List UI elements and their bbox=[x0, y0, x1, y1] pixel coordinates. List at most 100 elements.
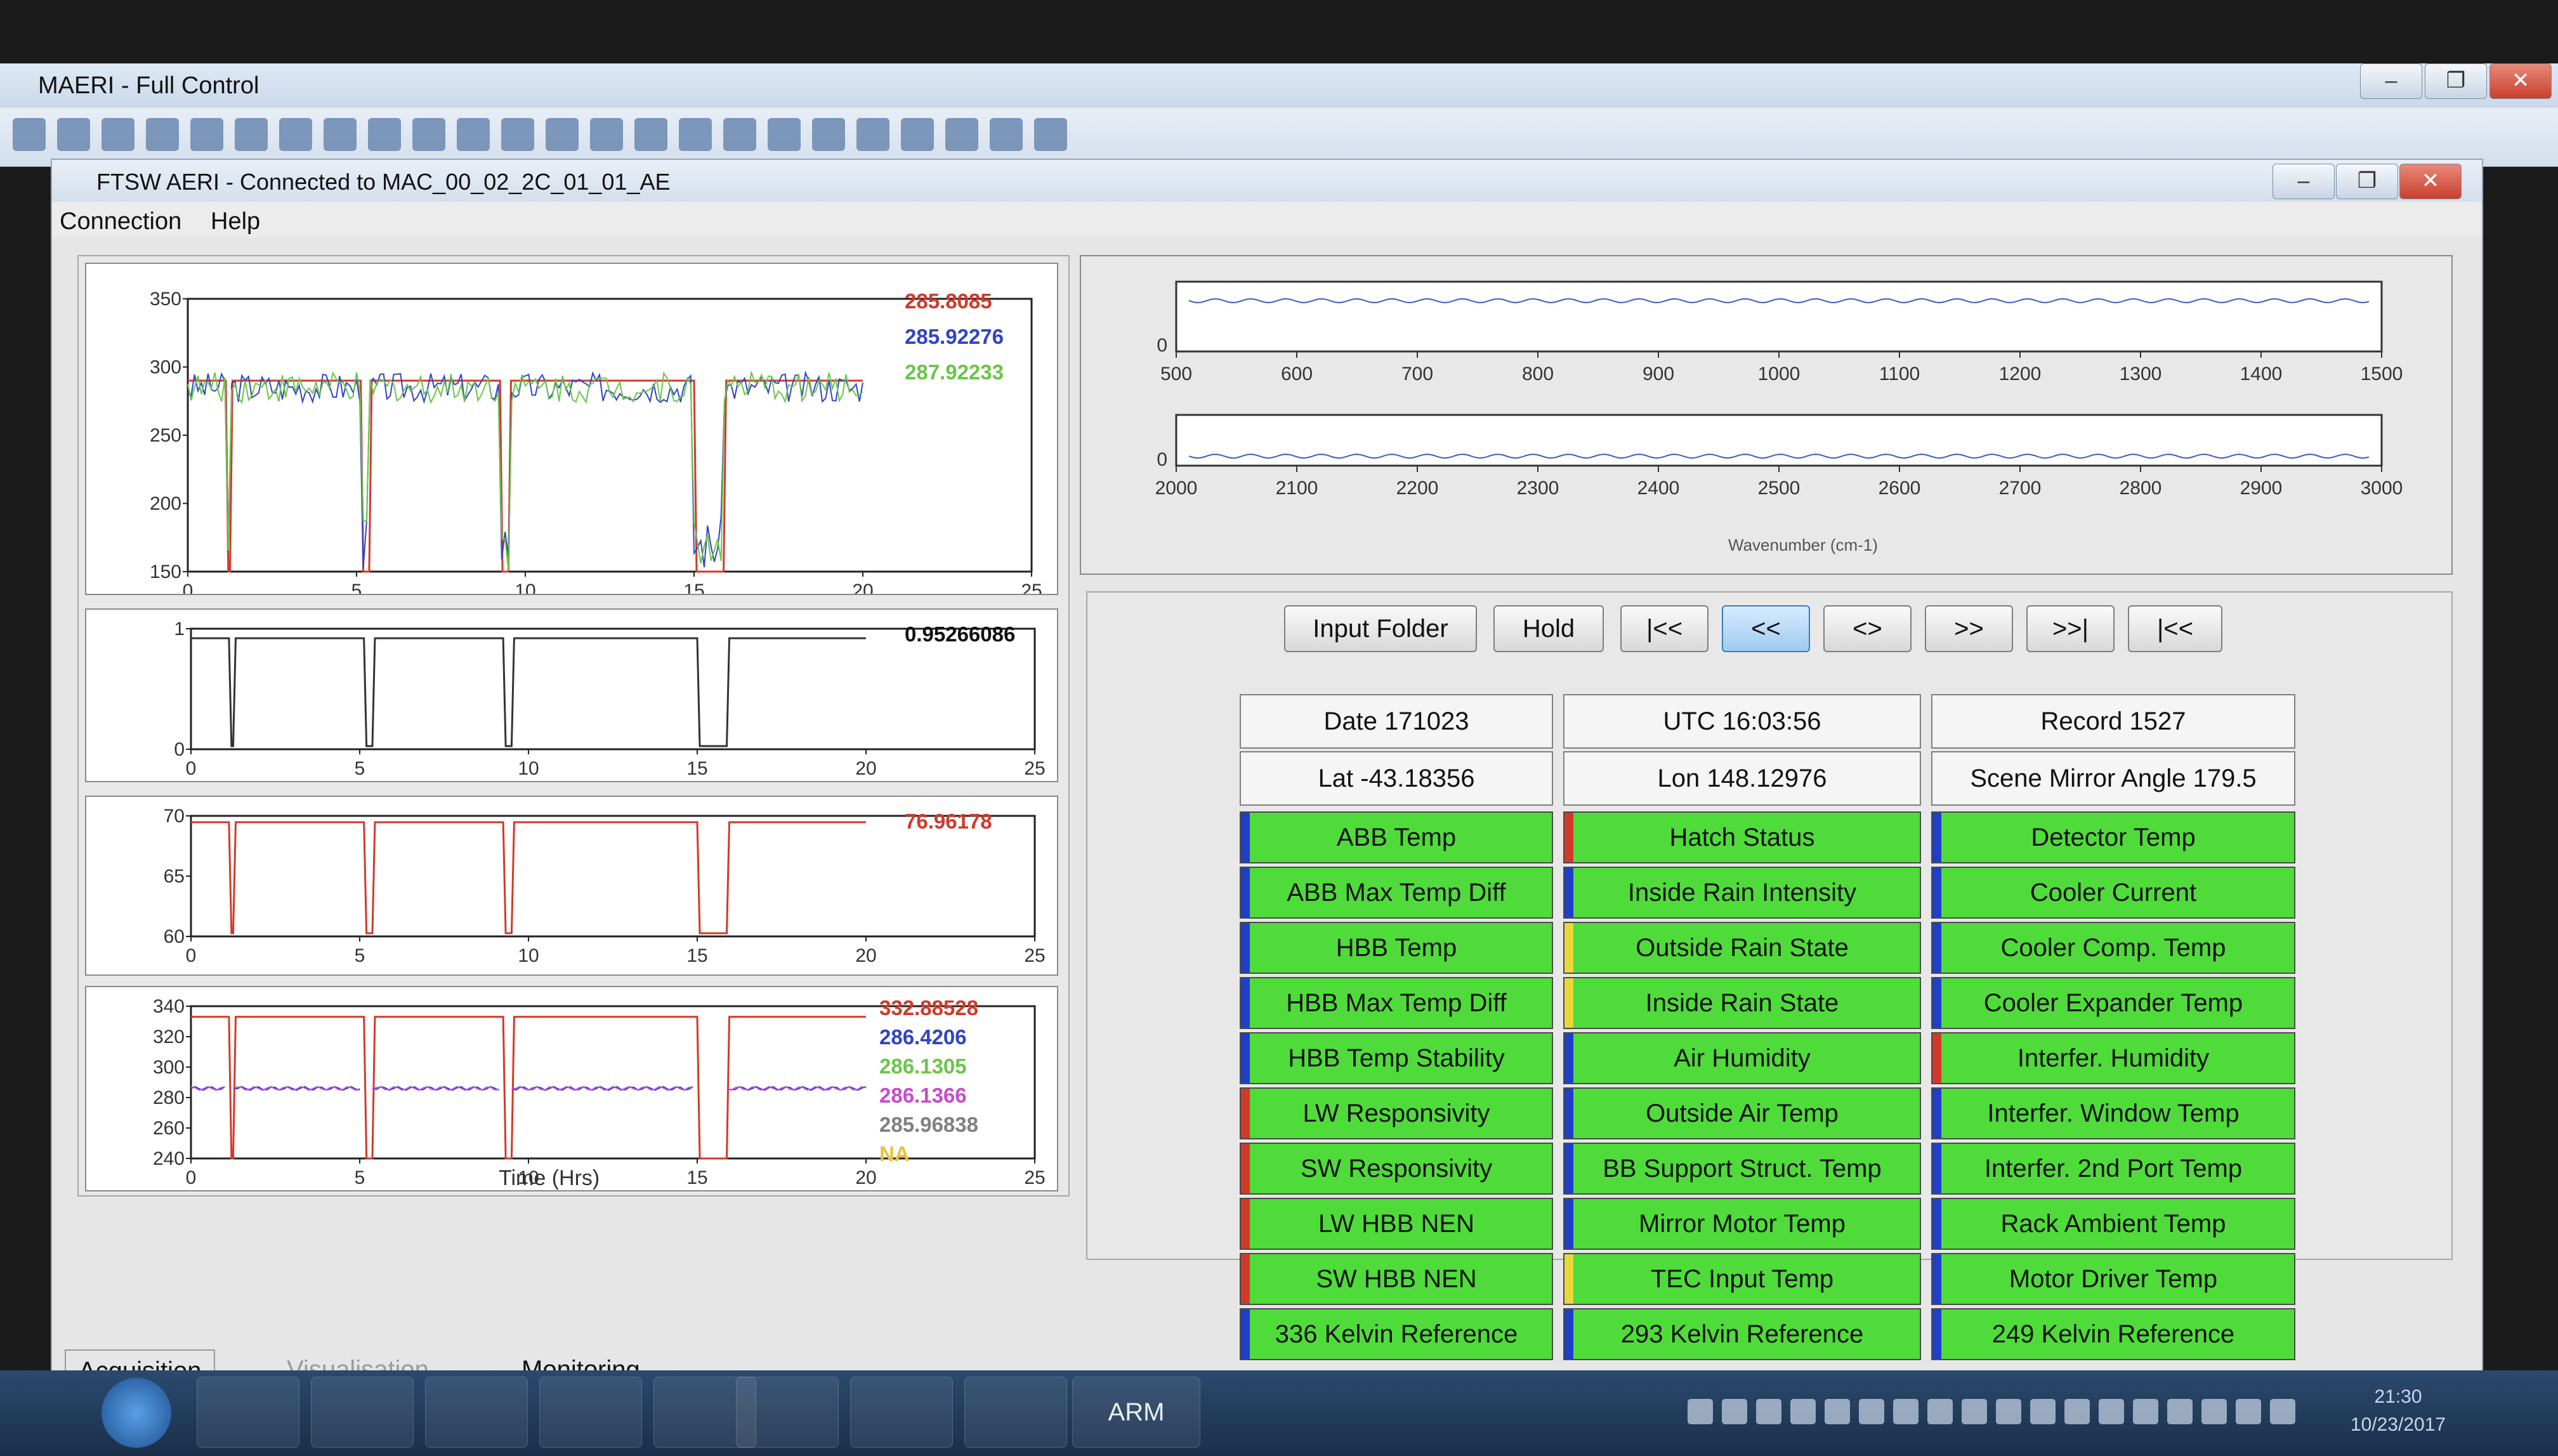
input-folder-button[interactable]: Input Folder bbox=[1284, 605, 1477, 652]
tray-icon[interactable] bbox=[1825, 1399, 1850, 1424]
toolbar-tool-icon[interactable] bbox=[679, 118, 712, 151]
taskbar-remote[interactable] bbox=[964, 1377, 1067, 1448]
outer-minimize-button[interactable]: – bbox=[2360, 63, 2422, 99]
tray-icon[interactable] bbox=[1962, 1399, 1987, 1424]
plot-temperature[interactable]: 350 300 250 200 150 0 5 10 15 20 25 285.8085 285.9… bbox=[85, 263, 1058, 595]
center-button[interactable]: <> bbox=[1823, 605, 1912, 652]
taskbar-arm[interactable]: ARM bbox=[1072, 1377, 1200, 1448]
taskbar-app[interactable] bbox=[539, 1377, 642, 1448]
taskbar-media[interactable] bbox=[736, 1377, 839, 1448]
toolbar-tool-icon[interactable] bbox=[457, 118, 490, 151]
toolbar-tool-icon[interactable] bbox=[856, 118, 889, 151]
toolbar-tool-icon[interactable] bbox=[235, 118, 268, 151]
status-interfer-window-temp[interactable]: Interfer. Window Temp bbox=[1931, 1087, 2295, 1139]
toolbar-tool-icon[interactable] bbox=[57, 118, 90, 151]
toolbar-tool-icon[interactable] bbox=[546, 118, 579, 151]
status-336-kelvin-reference[interactable]: 336 Kelvin Reference bbox=[1240, 1308, 1553, 1360]
status-motor-driver-temp[interactable]: Motor Driver Temp bbox=[1931, 1253, 2295, 1305]
status-bb-support-struct-temp[interactable]: BB Support Struct. Temp bbox=[1563, 1143, 1921, 1195]
inner-close-button[interactable]: ✕ bbox=[2399, 164, 2462, 199]
tray-icon[interactable] bbox=[1893, 1399, 1918, 1424]
status-cooler-expander-temp[interactable]: Cooler Expander Temp bbox=[1931, 977, 2295, 1029]
status-rack-ambient-temp[interactable]: Rack Ambient Temp bbox=[1931, 1198, 2295, 1250]
tray-icon[interactable] bbox=[1927, 1399, 1953, 1424]
status-inside-rain-intensity[interactable]: Inside Rain Intensity bbox=[1563, 867, 1921, 919]
menu-connection[interactable]: Connection bbox=[60, 208, 181, 235]
status-cooler-comp-temp[interactable]: Cooler Comp. Temp bbox=[1931, 922, 2295, 974]
status-sw-hbb-nen[interactable]: SW HBB NEN bbox=[1240, 1253, 1553, 1305]
toolbar-tool-icon[interactable] bbox=[812, 118, 845, 151]
toolbar-tool-icon[interactable] bbox=[501, 118, 534, 151]
reset-button[interactable]: |<< bbox=[2128, 605, 2222, 652]
tray-icon[interactable] bbox=[2133, 1399, 2158, 1424]
clock[interactable]: 21:30 10/23/2017 bbox=[2335, 1383, 2462, 1439]
toolbar-tool-icon[interactable] bbox=[590, 118, 623, 151]
first-record-button[interactable]: |<< bbox=[1620, 605, 1709, 652]
toolbar-tool-icon[interactable] bbox=[324, 118, 357, 151]
toolbar-tool-icon[interactable] bbox=[146, 118, 179, 151]
tray-icon[interactable] bbox=[1722, 1399, 1747, 1424]
status-inside-rain-state[interactable]: Inside Rain State bbox=[1563, 977, 1921, 1029]
tray-icon[interactable] bbox=[1790, 1399, 1816, 1424]
status-293-kelvin-reference[interactable]: 293 Kelvin Reference bbox=[1563, 1308, 1921, 1360]
taskbar-explorer[interactable] bbox=[425, 1377, 528, 1448]
plot-humidity[interactable]: 70 65 60 0 5 10 15 20 25 76.96178 bbox=[85, 796, 1058, 976]
menu-help[interactable]: Help bbox=[211, 208, 260, 235]
toolbar-tool-icon[interactable] bbox=[901, 118, 934, 151]
toolbar-tool-icon[interactable] bbox=[945, 118, 978, 151]
status-abb-temp[interactable]: ABB Temp bbox=[1240, 811, 1553, 863]
tray-icon[interactable] bbox=[2167, 1399, 2193, 1424]
status-interfer-2nd-port-temp[interactable]: Interfer. 2nd Port Temp bbox=[1931, 1143, 2295, 1195]
status-air-humidity[interactable]: Air Humidity bbox=[1563, 1032, 1921, 1084]
toolbar-tool-icon[interactable] bbox=[368, 118, 401, 151]
taskbar-browser-ie[interactable] bbox=[197, 1377, 299, 1448]
toolbar-tool-icon[interactable] bbox=[190, 118, 223, 151]
tray-icon[interactable] bbox=[2064, 1399, 2090, 1424]
status-interfer-humidity[interactable]: Interfer. Humidity bbox=[1931, 1032, 2295, 1084]
status-sw-responsivity[interactable]: SW Responsivity bbox=[1240, 1143, 1553, 1195]
toolbar-tool-icon[interactable] bbox=[634, 118, 667, 151]
tray-icon[interactable] bbox=[2270, 1399, 2295, 1424]
toolbar-tool-icon[interactable] bbox=[279, 118, 312, 151]
status-tec-input-temp[interactable]: TEC Input Temp bbox=[1563, 1253, 1921, 1305]
status-mirror-motor-temp[interactable]: Mirror Motor Temp bbox=[1563, 1198, 1921, 1250]
toolbar-tool-icon[interactable] bbox=[990, 118, 1023, 151]
tray-icon[interactable] bbox=[1688, 1399, 1713, 1424]
inner-maximize-button[interactable]: ❐ bbox=[2336, 164, 2398, 199]
tray-icon[interactable] bbox=[2201, 1399, 2227, 1424]
tray-icon[interactable] bbox=[2099, 1399, 2124, 1424]
taskbar-network[interactable] bbox=[850, 1377, 953, 1448]
status-249-kelvin-reference[interactable]: 249 Kelvin Reference bbox=[1931, 1308, 2295, 1360]
toolbar-tool-icon[interactable] bbox=[768, 118, 801, 151]
toolbar-tool-icon[interactable] bbox=[723, 118, 756, 151]
last-record-button[interactable]: >>| bbox=[2026, 605, 2115, 652]
status-outside-air-temp[interactable]: Outside Air Temp bbox=[1563, 1087, 1921, 1139]
next-fast-button[interactable]: >> bbox=[1925, 605, 2013, 652]
outer-close-button[interactable]: ✕ bbox=[2489, 63, 2552, 99]
previous-fast-button[interactable]: << bbox=[1722, 605, 1810, 652]
tray-icon[interactable] bbox=[1859, 1399, 1884, 1424]
status-cooler-current[interactable]: Cooler Current bbox=[1931, 867, 2295, 919]
plot-blackbody[interactable]: 340 320 300 280 260 240 0 5 10 15 20 25 332.88528 2… bbox=[85, 986, 1058, 1191]
status-detector-temp[interactable]: Detector Temp bbox=[1931, 811, 2295, 863]
status-lw-hbb-nen[interactable]: LW HBB NEN bbox=[1240, 1198, 1553, 1250]
toolbar-tool-icon[interactable] bbox=[412, 118, 445, 151]
status-hbb-max-temp-diff[interactable]: HBB Max Temp Diff bbox=[1240, 977, 1553, 1029]
toolbar-tool-icon[interactable] bbox=[1034, 118, 1067, 151]
tray-icon[interactable] bbox=[2030, 1399, 2056, 1424]
tray-icon[interactable] bbox=[2236, 1399, 2261, 1424]
plot-ratio[interactable]: 1 0 0 5 10 15 20 25 0.95266086 bbox=[85, 608, 1058, 782]
hold-button[interactable]: Hold bbox=[1493, 605, 1604, 652]
status-lw-responsivity[interactable]: LW Responsivity bbox=[1240, 1087, 1553, 1139]
toolbar-tool-icon[interactable] bbox=[13, 118, 46, 151]
start-button[interactable] bbox=[102, 1378, 171, 1448]
status-outside-rain-state[interactable]: Outside Rain State bbox=[1563, 922, 1921, 974]
tray-icon[interactable] bbox=[1756, 1399, 1781, 1424]
tray-icon[interactable] bbox=[1996, 1399, 2021, 1424]
status-hbb-temp[interactable]: HBB Temp bbox=[1240, 922, 1553, 974]
status-hbb-temp-stability[interactable]: HBB Temp Stability bbox=[1240, 1032, 1553, 1084]
taskbar-outlook[interactable] bbox=[311, 1377, 414, 1448]
status-hatch-status[interactable]: Hatch Status bbox=[1563, 811, 1921, 863]
toolbar-tool-icon[interactable] bbox=[102, 118, 134, 151]
status-abb-max-temp-diff[interactable]: ABB Max Temp Diff bbox=[1240, 867, 1553, 919]
